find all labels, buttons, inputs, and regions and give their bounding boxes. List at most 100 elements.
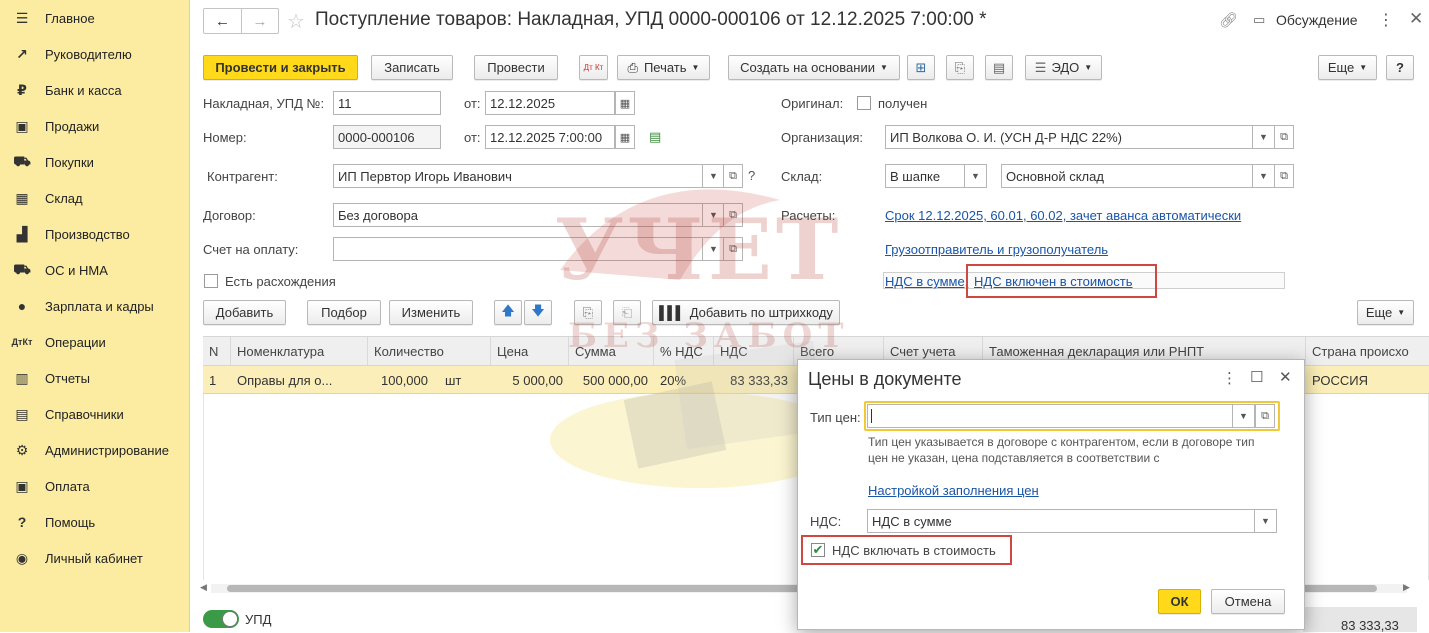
attachment-icon[interactable]: ⎘ (946, 55, 974, 80)
invoice-no-label: Накладная, УПД №: (203, 96, 325, 111)
open-icon[interactable]: ⧉ (723, 203, 743, 227)
forward-arrow-icon[interactable]: → (242, 9, 278, 33)
price-settings-link[interactable]: Настройкой заполнения цен (868, 483, 1039, 498)
col-name[interactable]: Номенклатура (231, 337, 368, 365)
sidebar-item-sales[interactable]: ▣ Продажи (0, 108, 190, 144)
col-qty[interactable]: Количество (368, 337, 491, 365)
report-icon[interactable]: ▤ (985, 55, 1013, 80)
sidebar-item-operations[interactable]: ДтКт Операции (0, 324, 190, 360)
chevron-down-icon[interactable]: ▼ (703, 237, 725, 261)
sidebar-item-salary[interactable]: ● Зарплата и кадры (0, 288, 190, 324)
contractor-input[interactable]: ИП Первтор Игорь Иванович (333, 164, 703, 188)
back-arrow-icon[interactable]: ← (204, 9, 242, 33)
sidebar-item-fixed-assets[interactable]: ⛟ ОС и НМА (0, 252, 190, 288)
chevron-down-icon: ▼ (1397, 308, 1406, 317)
post-close-button[interactable]: Провести и закрыть (203, 55, 358, 80)
invoice-no-input[interactable]: 11 (333, 91, 441, 115)
close-icon[interactable]: ✕ (1279, 368, 1292, 386)
number-date-input[interactable]: 12.12.2025 7:00:00 (485, 125, 615, 149)
dt-kt-button[interactable]: Дт Кт (579, 55, 608, 80)
sidebar-item-payment[interactable]: ▣ Оплата (0, 468, 190, 504)
vat-sum-link[interactable]: НДС в сумме, (885, 274, 968, 289)
sidebar-item-help[interactable]: ? Помощь (0, 504, 190, 540)
open-icon[interactable]: ⧉ (723, 164, 743, 188)
sidebar-item-purchases[interactable]: ⛟ Покупки (0, 144, 190, 180)
move-down-icon[interactable]: 🡇 (524, 300, 552, 325)
maximize-icon[interactable]: ☐ (1250, 368, 1263, 386)
structure-icon[interactable]: ⊞ (907, 55, 935, 80)
chevron-down-icon[interactable]: ▼ (1253, 125, 1275, 149)
invoice-date-input[interactable]: 12.12.2025 (485, 91, 615, 115)
calendar-icon[interactable]: ▦ (615, 125, 635, 149)
chevron-down-icon[interactable]: ▼ (1233, 404, 1255, 428)
link-icon[interactable]: 🔗︎ (1219, 11, 1238, 29)
open-icon[interactable]: ⧉ (723, 237, 743, 261)
original-checkbox[interactable] (857, 96, 871, 110)
scroll-left-icon[interactable]: ◀ (200, 582, 207, 593)
chevron-down-icon[interactable]: ▼ (703, 164, 725, 188)
organization-label: Организация: (781, 130, 864, 145)
sidebar-item-bank[interactable]: ₽ Банк и касса (0, 72, 190, 108)
warehouse-mode-input[interactable]: В шапке (885, 164, 965, 188)
discrepancy-checkbox[interactable] (204, 274, 218, 288)
col-sum[interactable]: Сумма (569, 337, 654, 365)
print-button[interactable]: ⎙ Печать ▼ (617, 55, 710, 80)
cancel-button[interactable]: Отмена (1211, 589, 1285, 614)
help-button[interactable]: ? (1386, 55, 1414, 80)
sidebar-item-warehouse[interactable]: ▦ Склад (0, 180, 190, 216)
scroll-right-icon[interactable]: ▶ (1403, 582, 1410, 593)
col-vat-rate[interactable]: % НДС (654, 337, 714, 365)
close-icon[interactable]: ✕ (1409, 9, 1423, 29)
col-vat[interactable]: НДС (714, 337, 794, 365)
col-price[interactable]: Цена (491, 337, 569, 365)
invoice-pay-input[interactable] (333, 237, 703, 261)
col-n[interactable]: N (203, 337, 231, 365)
chevron-down-icon[interactable]: ▼ (965, 164, 987, 188)
discussion-button[interactable]: Обсуждение (1276, 12, 1358, 28)
more-button[interactable]: Еще ▼ (1318, 55, 1377, 80)
table-more-button[interactable]: Еще ▼ (1357, 300, 1414, 325)
settlements-link[interactable]: Срок 12.12.2025, 60.01, 60.02, зачет ава… (885, 208, 1241, 223)
sidebar-item-production[interactable]: ▟ Производство (0, 216, 190, 252)
post-button[interactable]: Провести (474, 55, 558, 80)
chevron-down-icon[interactable]: ▼ (1253, 164, 1275, 188)
sidebar-item-main[interactable]: ☰ Главное (0, 0, 190, 36)
more-vertical-icon[interactable]: ⋮ (1378, 10, 1394, 30)
barcode-button[interactable]: ▌▌▌ Добавить по штрихкоду (652, 300, 840, 325)
open-icon[interactable]: ⧉ (1274, 125, 1294, 149)
chevron-down-icon[interactable]: ▼ (703, 203, 725, 227)
create-based-button[interactable]: Создать на основании ▼ (728, 55, 900, 80)
sidebar-item-reports[interactable]: ▥ Отчеты (0, 360, 190, 396)
number-input[interactable]: 0000-000106 (333, 125, 441, 149)
warehouse-input[interactable]: Основной склад (1001, 164, 1253, 188)
sidebar-item-manager[interactable]: ↗ Руководителю (0, 36, 190, 72)
star-icon[interactable]: ☆ (287, 9, 305, 34)
price-type-input[interactable] (867, 404, 1233, 428)
chevron-down-icon[interactable]: ▼ (1255, 509, 1277, 533)
edo-button[interactable]: ☰ ЭДО ▼ (1025, 55, 1102, 80)
ok-button[interactable]: ОК (1158, 589, 1201, 614)
open-icon[interactable]: ⧉ (1255, 404, 1275, 428)
copy-icon[interactable]: ⎘ (574, 300, 602, 325)
save-button[interactable]: Записать (371, 55, 453, 80)
sidebar-item-account[interactable]: ◉ Личный кабинет (0, 540, 190, 576)
text-cursor (871, 409, 872, 423)
move-up-icon[interactable]: 🡅 (494, 300, 522, 325)
calendar-icon[interactable]: ▦ (615, 91, 635, 115)
upd-toggle[interactable] (203, 610, 239, 628)
shipper-link[interactable]: Грузоотправитель и грузополучатель (885, 242, 1108, 257)
sidebar-item-references[interactable]: ▤ Справочники (0, 396, 190, 432)
paste-icon[interactable]: ⎗ (613, 300, 641, 325)
open-icon[interactable]: ⧉ (1274, 164, 1294, 188)
select-button[interactable]: Подбор (307, 300, 381, 325)
doc-status-icon[interactable]: ▤ (649, 129, 661, 145)
sidebar-item-admin[interactable]: ⚙ Администрирование (0, 432, 190, 468)
change-button[interactable]: Изменить (389, 300, 473, 325)
more-vertical-icon[interactable]: ⋮ (1222, 369, 1237, 387)
contract-input[interactable]: Без договора (333, 203, 703, 227)
question-icon[interactable]: ? (748, 168, 755, 183)
vat-input[interactable]: НДС в сумме (867, 509, 1255, 533)
add-row-button[interactable]: Добавить (203, 300, 286, 325)
organization-input[interactable]: ИП Волкова О. И. (УСН Д-Р НДС 22%) (885, 125, 1253, 149)
col-country[interactable]: Страна происхо (1306, 337, 1429, 365)
